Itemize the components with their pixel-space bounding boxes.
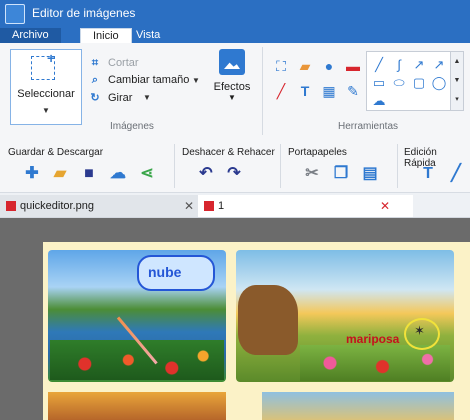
resize-label: Cambiar tamaño [108, 74, 190, 86]
share-icon[interactable]: ⋖ [137, 164, 157, 184]
ellipse-shape-icon[interactable]: ⬭ [391, 76, 407, 90]
brush-icon[interactable]: ╱ [272, 82, 290, 100]
arrow-shape-icon[interactable]: ↗ [431, 58, 447, 72]
ribbon-separator [262, 47, 263, 135]
cut-icon[interactable]: ✂ [302, 164, 322, 184]
text-icon[interactable]: T [418, 164, 438, 184]
meadow-flowers [300, 345, 450, 381]
save-icon[interactable]: ■ [79, 164, 99, 184]
rounded-rect-shape-icon[interactable]: ▢ [411, 76, 427, 90]
butterfly-text[interactable]: mariposa [346, 332, 399, 346]
resize-dropdown-icon[interactable]: ▼ [192, 76, 200, 85]
scroll-up-icon[interactable]: ▲ [451, 52, 463, 71]
eraser-icon[interactable]: ▰ [296, 57, 314, 75]
crop-button[interactable]: ⌗ Cortar [88, 57, 139, 70]
shapes-gallery: ╱ ∫ ↗ ↗ ▭ ⬭ ▢ ◯ ☁ [366, 51, 452, 111]
doc-tab-label: quickeditor.png [20, 200, 94, 212]
bubble-text[interactable]: nube [148, 264, 181, 280]
rotate-label: Girar [108, 92, 133, 104]
resize-icon: ⌕ [91, 74, 99, 86]
expand-gallery-icon[interactable]: ▾ [451, 90, 463, 109]
close-icon[interactable]: ✕ [380, 195, 390, 217]
curve-shape-icon[interactable]: ∫ [391, 58, 407, 72]
toolbar-separator [397, 144, 398, 188]
toolbar-separator [280, 144, 281, 188]
arrow-curve-shape-icon[interactable]: ↗ [411, 58, 427, 72]
app-icon [5, 4, 25, 24]
line-icon[interactable]: ╱ [446, 164, 466, 184]
doc-tab-1[interactable]: 1 ✕ [198, 195, 413, 217]
ribbon-tabs: Archivo Inicio Vista [0, 26, 470, 44]
chevron-down-icon: ▼ [42, 106, 50, 115]
scroll-down-icon[interactable]: ▼ [451, 71, 463, 90]
window-title: Editor de imágenes [32, 6, 136, 20]
copy-icon[interactable]: ❐ [331, 164, 351, 184]
undo-redo-label: Deshacer & Rehacer [182, 147, 275, 158]
undo-icon[interactable]: ↶ [196, 164, 216, 184]
autumn-photo[interactable] [48, 392, 226, 420]
effects-label: Efectos [213, 81, 251, 93]
paste-icon[interactable]: ▤ [360, 164, 380, 184]
shapes-scrollbar[interactable]: ▲ ▼ ▾ [450, 51, 464, 111]
new-file-icon[interactable]: ✚ [22, 164, 42, 184]
image-file-icon [204, 201, 214, 211]
mosaic-icon[interactable]: ▦ [320, 82, 338, 100]
line-shape-icon[interactable]: ╱ [371, 58, 387, 72]
upload-cloud-icon[interactable]: ☁ [108, 164, 128, 184]
pencil-icon[interactable]: ✎ [344, 82, 362, 100]
image-file-icon [6, 201, 16, 211]
effects-button[interactable]: Efectos ▼ [210, 49, 254, 109]
rotate-dropdown-icon[interactable]: ▼ [143, 93, 151, 102]
butterfly-icon: ✶ [414, 323, 425, 338]
close-icon[interactable]: ✕ [184, 195, 194, 217]
tab-archivo[interactable]: Archivo [0, 28, 61, 43]
select-label: Seleccionar [17, 88, 75, 100]
clipboard-label: Portapapeles [288, 147, 347, 158]
group-tools-label: Herramientas [338, 121, 399, 132]
rotate-button[interactable]: ↻ Girar [88, 91, 132, 104]
save-download-label: Guardar & Descargar [8, 147, 104, 158]
drop-icon[interactable]: ● [320, 57, 338, 75]
plus-icon: + [47, 50, 56, 66]
open-folder-icon[interactable]: ▰ [50, 164, 70, 184]
title-bar: Editor de imágenes [0, 0, 470, 26]
group-images-label: Imágenes [110, 121, 154, 132]
marker-icon[interactable]: ▬ [344, 57, 362, 75]
doc-tab-label: 1 [218, 200, 225, 212]
select-button[interactable]: + Seleccionar ▼ [10, 49, 82, 125]
text-tool-icon[interactable]: T [296, 82, 314, 100]
crop-icon: ⌗ [91, 57, 99, 69]
fill-bucket-icon[interactable]: ⛶ [272, 57, 290, 75]
effects-chevron-icon: ▼ [228, 93, 236, 102]
tab-vista[interactable]: Vista [124, 28, 172, 43]
redo-icon[interactable]: ↷ [224, 164, 244, 184]
lake-flowers [50, 340, 224, 380]
quick-toolbar: Guardar & Descargar ✚ ▰ ■ ☁ ⋖ Deshacer &… [0, 140, 470, 193]
cloud-shape-icon[interactable]: ☁ [371, 94, 387, 108]
speech-bubble-shape-icon[interactable]: ◯ [431, 76, 447, 90]
crop-label: Cortar [108, 57, 139, 69]
rectangle-shape-icon[interactable]: ▭ [371, 76, 387, 90]
toolbar-separator [174, 144, 175, 188]
document-tabs: quickeditor.png ✕ 1 ✕ [0, 193, 470, 218]
effects-icon [219, 49, 245, 75]
doc-tab-quickeditor[interactable]: quickeditor.png ✕ [0, 195, 216, 217]
landscape-photo[interactable] [262, 392, 454, 420]
rotate-icon: ↻ [90, 92, 100, 104]
rock-shape [238, 285, 298, 355]
ribbon-home: + Seleccionar ▼ ⌗ Cortar ⌕ Cambiar tamaño … [0, 43, 470, 141]
resize-button[interactable]: ⌕ Cambiar tamaño [88, 74, 189, 87]
